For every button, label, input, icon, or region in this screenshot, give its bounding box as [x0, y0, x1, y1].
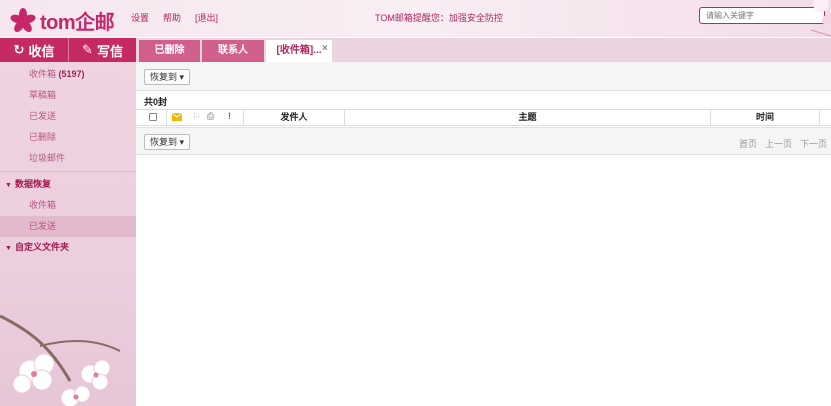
top-header: tom企邮 设置 帮助 [退出] TOM邮箱提醒您：加强安全防控: [0, 0, 831, 37]
select-all-checkbox[interactable]: [149, 113, 157, 121]
divider: [166, 110, 167, 125]
sidebar: 收件箱 (5197) 草稿箱 已发送 已删除 垃圾邮件 ▼ 数据恢复 收件箱 已发…: [0, 62, 136, 406]
sidebar-item-sent[interactable]: 已发送: [0, 106, 136, 127]
sidebar-group-data-recovery[interactable]: ▼ 数据恢复: [0, 174, 136, 195]
top-links: 设置 帮助 [退出]: [131, 11, 218, 24]
cherry-blossom-decoration-icon: [0, 314, 121, 406]
sidebar-item-drafts[interactable]: 草稿箱: [0, 85, 136, 106]
group-label: 自定义文件夹: [14, 242, 69, 252]
sidebar-item-spam[interactable]: 垃圾邮件: [0, 148, 136, 169]
security-notice: TOM邮箱提醒您：加强安全防控: [375, 13, 503, 23]
sidebar-item-deleted[interactable]: 已删除: [0, 127, 136, 148]
settings-link[interactable]: 设置: [131, 11, 149, 24]
first-page-link[interactable]: 首页: [739, 137, 757, 150]
divider: [0, 171, 136, 172]
compose-icon: ✎: [82, 42, 93, 57]
logo-text: tom企邮: [40, 12, 115, 34]
divider: [819, 110, 820, 125]
restore-to-button-bottom[interactable]: 恢复到 ▾: [144, 134, 191, 150]
flag-outline-icon[interactable]: ⚐: [192, 111, 200, 122]
tab-label: [收件箱]...: [276, 45, 322, 56]
sidebar-item-recovery-sent[interactable]: 已发送: [0, 216, 136, 237]
tab-contacts[interactable]: 联系人: [202, 40, 264, 62]
refresh-icon: ↻: [13, 42, 25, 57]
paperclip-icon[interactable]: ⎙: [207, 111, 214, 122]
receive-mail-button[interactable]: ↻ 收信: [0, 38, 68, 62]
prev-page-link[interactable]: 上一页: [765, 137, 792, 150]
logout-link[interactable]: [退出]: [195, 11, 218, 24]
receive-label: 收信: [28, 43, 55, 59]
sidebar-item-inbox[interactable]: 收件箱 (5197): [0, 64, 136, 85]
tab-inbox[interactable]: [收件箱]... ×: [266, 40, 332, 62]
mail-list-panel: 恢复到 ▾ 共0封 ⚐ ⎙ ! 发件人 主题 时间 恢复到 ▾ 首页 上一页 下…: [136, 62, 831, 406]
tab-bar: 已删除 联系人 [收件箱]... ×: [136, 38, 831, 62]
top-toolbar: 恢复到 ▾: [136, 62, 831, 91]
bottom-toolbar: 恢复到 ▾ 首页 上一页 下一页: [136, 127, 831, 155]
envelope-icon[interactable]: [172, 113, 182, 121]
group-label: 数据恢复: [14, 179, 51, 189]
pagination: 首页 上一页 下一页: [739, 137, 827, 150]
compose-mail-button[interactable]: ✎ 写信: [68, 38, 136, 62]
restore-to-button[interactable]: 恢复到 ▾: [144, 69, 191, 85]
help-link[interactable]: 帮助: [163, 11, 181, 24]
compose-label: 写信: [96, 43, 123, 59]
mail-list-header: ⚐ ⎙ ! 发件人 主题 时间: [136, 109, 831, 126]
sidebar-item-label: 收件箱: [29, 69, 57, 79]
mail-action-buttons: ↻ 收信 ✎ 写信: [0, 38, 136, 62]
cherry-blossom-decoration-icon: [810, 0, 831, 37]
message-count: 共0封: [144, 97, 168, 107]
next-page-link[interactable]: 下一页: [800, 137, 827, 150]
flower-logo-icon: [9, 7, 37, 34]
sidebar-group-custom-folders[interactable]: ▼ 自定义文件夹: [0, 237, 136, 258]
unread-count: (5197): [58, 69, 85, 79]
triangle-down-icon: ▼: [5, 182, 12, 189]
logo[interactable]: tom企邮: [9, 6, 115, 35]
sidebar-item-recovery-inbox[interactable]: 收件箱: [0, 195, 136, 216]
priority-icon[interactable]: !: [228, 111, 231, 121]
column-subject[interactable]: 主题: [345, 110, 710, 125]
tab-deleted[interactable]: 已删除: [139, 40, 200, 62]
close-tab-icon[interactable]: ×: [322, 38, 328, 60]
column-sender[interactable]: 发件人: [244, 110, 344, 125]
triangle-down-icon: ▼: [5, 245, 12, 252]
column-time[interactable]: 时间: [711, 110, 819, 125]
